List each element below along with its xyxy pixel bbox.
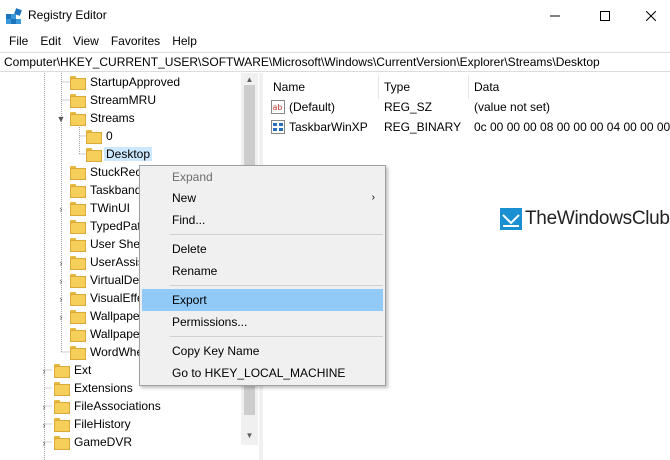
menu-item-find[interactable]: Find... bbox=[142, 209, 383, 231]
folder-icon bbox=[70, 346, 86, 360]
menu-view[interactable]: View bbox=[68, 31, 104, 51]
chevron-right-icon[interactable]: › bbox=[39, 402, 49, 412]
folder-icon bbox=[54, 364, 70, 378]
tree-item[interactable]: Extensions bbox=[54, 379, 135, 397]
folder-icon bbox=[54, 400, 70, 414]
tree-item[interactable]: StartupApproved bbox=[70, 73, 182, 91]
registry-editor-icon bbox=[6, 8, 22, 24]
folder-icon bbox=[70, 220, 86, 234]
context-menu: Expand New › Find... Delete Rename Expor… bbox=[139, 165, 386, 386]
menu-item-delete[interactable]: Delete bbox=[142, 238, 383, 260]
menu-item-rename[interactable]: Rename bbox=[142, 260, 383, 282]
svg-text:ab: ab bbox=[273, 103, 283, 112]
folder-icon bbox=[70, 76, 86, 90]
folder-icon bbox=[70, 328, 86, 342]
folder-icon bbox=[54, 382, 70, 396]
tree-item[interactable]: Taskband bbox=[70, 181, 143, 199]
chevron-right-icon[interactable]: › bbox=[56, 312, 66, 322]
menu-item-export[interactable]: Export bbox=[142, 289, 383, 311]
folder-icon bbox=[70, 202, 86, 216]
folder-icon bbox=[70, 292, 86, 306]
menu-file[interactable]: File bbox=[4, 31, 33, 51]
tree-item-selected[interactable]: Desktop bbox=[86, 145, 153, 163]
menu-favorites[interactable]: Favorites bbox=[106, 31, 165, 51]
menu-help[interactable]: Help bbox=[167, 31, 202, 51]
tree-item[interactable]: Streams bbox=[70, 109, 137, 127]
tree-item[interactable]: GameDVR bbox=[54, 433, 134, 451]
table-row[interactable]: TaskbarWinXP REG_BINARY 0c 00 00 00 08 0… bbox=[263, 118, 670, 136]
chevron-right-icon[interactable]: › bbox=[39, 366, 49, 376]
chevron-right-icon[interactable]: › bbox=[56, 258, 66, 268]
column-header-name[interactable]: Name bbox=[273, 77, 305, 97]
title-bar: Registry Editor bbox=[0, 0, 670, 31]
column-divider[interactable] bbox=[378, 75, 379, 99]
tree-item[interactable]: FileHistory bbox=[54, 415, 133, 433]
folder-icon bbox=[54, 418, 70, 432]
tree-item[interactable]: UserAssist bbox=[70, 253, 149, 271]
tree-item[interactable]: FileAssociations bbox=[54, 397, 163, 415]
tree-item[interactable]: 0 bbox=[86, 127, 115, 145]
minimize-button[interactable] bbox=[532, 0, 578, 31]
menu-separator bbox=[170, 285, 383, 286]
scroll-down-icon[interactable]: ▼ bbox=[241, 429, 258, 443]
menu-item-copy-key-name[interactable]: Copy Key Name bbox=[142, 340, 383, 362]
chevron-right-icon[interactable]: › bbox=[39, 420, 49, 430]
folder-icon bbox=[86, 148, 102, 162]
menu-edit[interactable]: Edit bbox=[35, 31, 66, 51]
maximize-button[interactable] bbox=[582, 0, 628, 31]
folder-icon bbox=[86, 130, 102, 144]
chevron-right-icon[interactable]: › bbox=[39, 438, 49, 448]
binary-value-icon bbox=[271, 120, 285, 134]
address-bar[interactable]: Computer\HKEY_CURRENT_USER\SOFTWARE\Micr… bbox=[0, 52, 670, 72]
window-title: Registry Editor bbox=[28, 8, 107, 22]
watermark: TheWindowsClub bbox=[500, 208, 670, 230]
chevron-right-icon: › bbox=[371, 192, 375, 203]
menu-item-permissions[interactable]: Permissions... bbox=[142, 311, 383, 333]
chevron-down-icon[interactable]: ▼ bbox=[56, 114, 66, 124]
tree-item[interactable]: TWinUI bbox=[70, 199, 132, 217]
column-header-data[interactable]: Data bbox=[474, 77, 499, 97]
folder-icon bbox=[70, 274, 86, 288]
column-header-type[interactable]: Type bbox=[384, 77, 410, 97]
folder-icon bbox=[70, 184, 86, 198]
close-button[interactable] bbox=[628, 0, 670, 31]
menu-separator bbox=[170, 234, 383, 235]
tree-item[interactable]: Wallpaper bbox=[70, 325, 146, 343]
tree-item[interactable]: StreamMRU bbox=[70, 91, 158, 109]
folder-icon bbox=[70, 238, 86, 252]
minimize-icon bbox=[550, 15, 560, 16]
folder-open-icon bbox=[70, 112, 86, 126]
thewindowsclub-logo-icon bbox=[500, 208, 522, 230]
chevron-right-icon[interactable]: › bbox=[56, 204, 66, 214]
menu-item-new[interactable]: New › bbox=[142, 187, 383, 209]
string-value-icon: ab bbox=[271, 100, 285, 114]
folder-icon bbox=[70, 166, 86, 180]
watermark-text: TheWindowsClub bbox=[525, 208, 670, 229]
tree-item[interactable]: Ext bbox=[54, 361, 93, 379]
close-icon bbox=[646, 10, 656, 21]
menu-separator bbox=[170, 336, 383, 337]
menu-item-goto-hklm[interactable]: Go to HKEY_LOCAL_MACHINE bbox=[142, 362, 383, 384]
menu-item-expand: Expand bbox=[172, 170, 213, 184]
folder-icon bbox=[70, 94, 86, 108]
chevron-right-icon[interactable]: › bbox=[56, 294, 66, 304]
folder-icon bbox=[70, 256, 86, 270]
chevron-right-icon[interactable]: › bbox=[56, 276, 66, 286]
folder-icon bbox=[54, 436, 70, 450]
menu-bar: File Edit View Favorites Help bbox=[0, 31, 670, 51]
column-divider[interactable] bbox=[468, 75, 469, 99]
maximize-icon bbox=[600, 10, 610, 21]
folder-icon bbox=[70, 310, 86, 324]
